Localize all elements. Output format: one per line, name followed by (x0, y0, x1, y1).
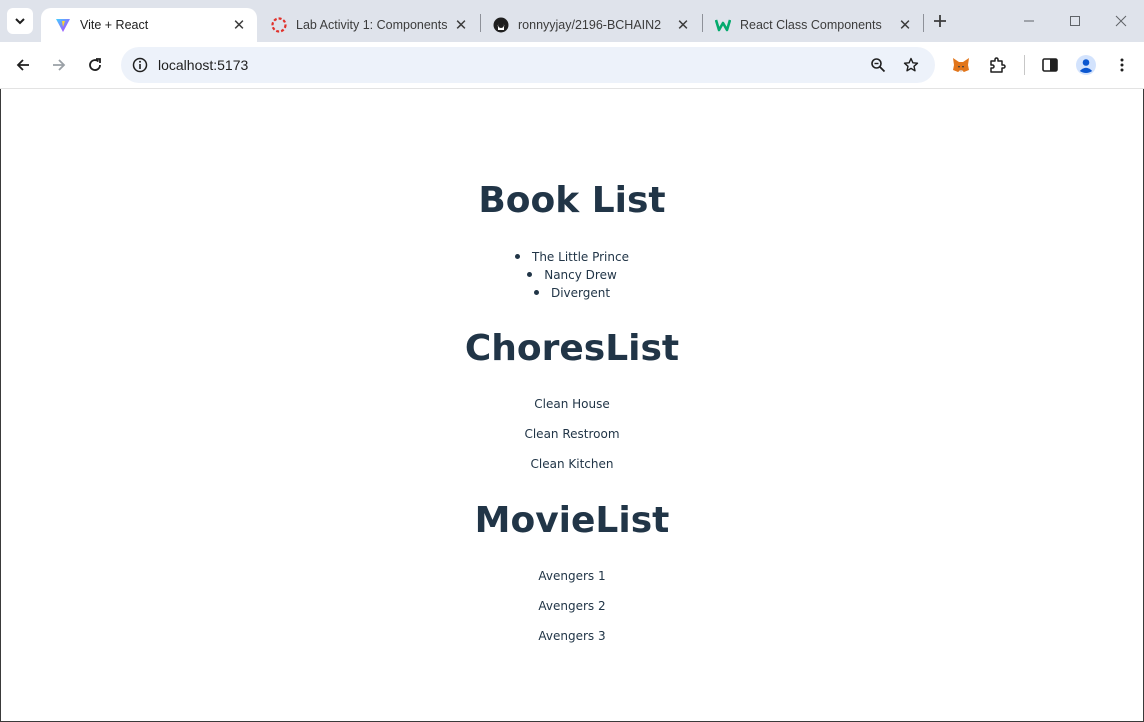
list-item: Avengers 2 (538, 599, 606, 613)
forward-button[interactable] (45, 51, 73, 79)
github-icon (493, 17, 509, 33)
list-item-label: Divergent (550, 286, 611, 300)
toolbar-divider (1024, 55, 1025, 75)
tab-search-button[interactable] (7, 8, 33, 34)
close-icon[interactable]: ✕ (673, 15, 693, 35)
tab-title: Vite + React (80, 18, 149, 32)
reload-icon (89, 58, 101, 71)
arrow-left-icon (16, 59, 29, 71)
tab-title: ronnyyjay/2196-BCHAIN2 (518, 18, 662, 32)
list-item: Avengers 1 (538, 569, 606, 583)
address-bar[interactable]: localhost:5173 (121, 47, 935, 83)
book-list-heading: Book List (478, 180, 666, 221)
vite-icon (55, 17, 71, 33)
new-tab-button[interactable] (928, 9, 952, 33)
tab-github[interactable]: ronnyyjay/2196-BCHAIN2 ✕ (479, 8, 701, 42)
bullet-icon (527, 272, 533, 277)
close-icon[interactable]: ✕ (895, 15, 915, 35)
tab-title: React Class Components (740, 18, 882, 32)
site-info-icon[interactable] (130, 55, 150, 75)
lab-activity-icon (271, 17, 287, 33)
chevron-down-icon (15, 18, 25, 25)
url-text[interactable]: localhost:5173 (158, 57, 248, 73)
maximize-button[interactable] (1052, 0, 1098, 42)
w3schools-icon (715, 17, 731, 33)
bullet-icon (515, 254, 520, 259)
tab-vite-react[interactable]: Vite + React ✕ (41, 8, 257, 42)
minimize-button[interactable] (1006, 0, 1052, 42)
arrow-right-icon (53, 59, 66, 71)
tab-title: Lab Activity 1: Components (296, 18, 448, 32)
list-item: Avengers 3 (538, 629, 606, 643)
tab-lab-activity[interactable]: Lab Activity 1: Components ✕ (257, 8, 479, 42)
close-icon (1115, 15, 1127, 27)
tab-strip: Vite + React ✕ Lab Activity 1: Component… (0, 0, 1144, 42)
chores-list-heading: ChoresList (464, 328, 680, 369)
list-item-label: Nancy Drew (544, 268, 617, 282)
extensions-puzzle-icon[interactable] (985, 53, 1009, 77)
side-panel-icon[interactable] (1038, 53, 1062, 77)
minimize-icon (1024, 20, 1034, 22)
list-item: Clean Kitchen (530, 457, 614, 471)
tab-divider (923, 14, 924, 32)
metamask-icon[interactable] (949, 53, 973, 77)
list-item-label: The Little Prince (532, 250, 629, 264)
reload-button[interactable] (81, 51, 109, 79)
bookmark-star-icon[interactable] (900, 54, 922, 76)
close-icon[interactable]: ✕ (451, 15, 471, 35)
list-item: Divergent (1, 284, 1143, 302)
maximize-icon (1070, 16, 1080, 26)
list-item: Nancy Drew (1, 266, 1143, 284)
book-list: The Little Prince Nancy Drew Divergent (1, 248, 1143, 302)
browser-toolbar: localhost:5173 (0, 42, 1144, 89)
list-item: Clean House (534, 397, 610, 411)
kebab-menu-icon[interactable] (1110, 53, 1134, 77)
plus-icon (934, 15, 946, 27)
close-window-button[interactable] (1098, 0, 1144, 42)
close-icon[interactable]: ✕ (229, 15, 249, 35)
list-item: The Little Prince (1, 248, 1143, 266)
bullet-icon (533, 290, 539, 295)
movie-list-heading: MovieList (474, 500, 670, 541)
back-button[interactable] (9, 51, 37, 79)
zoom-icon[interactable] (867, 54, 889, 76)
list-item: Clean Restroom (524, 427, 620, 441)
tab-react-class-components[interactable]: React Class Components ✕ (701, 8, 923, 42)
page-viewport: Book List The Little Prince Nancy Drew D… (0, 89, 1144, 722)
profile-avatar-icon[interactable] (1074, 53, 1098, 77)
